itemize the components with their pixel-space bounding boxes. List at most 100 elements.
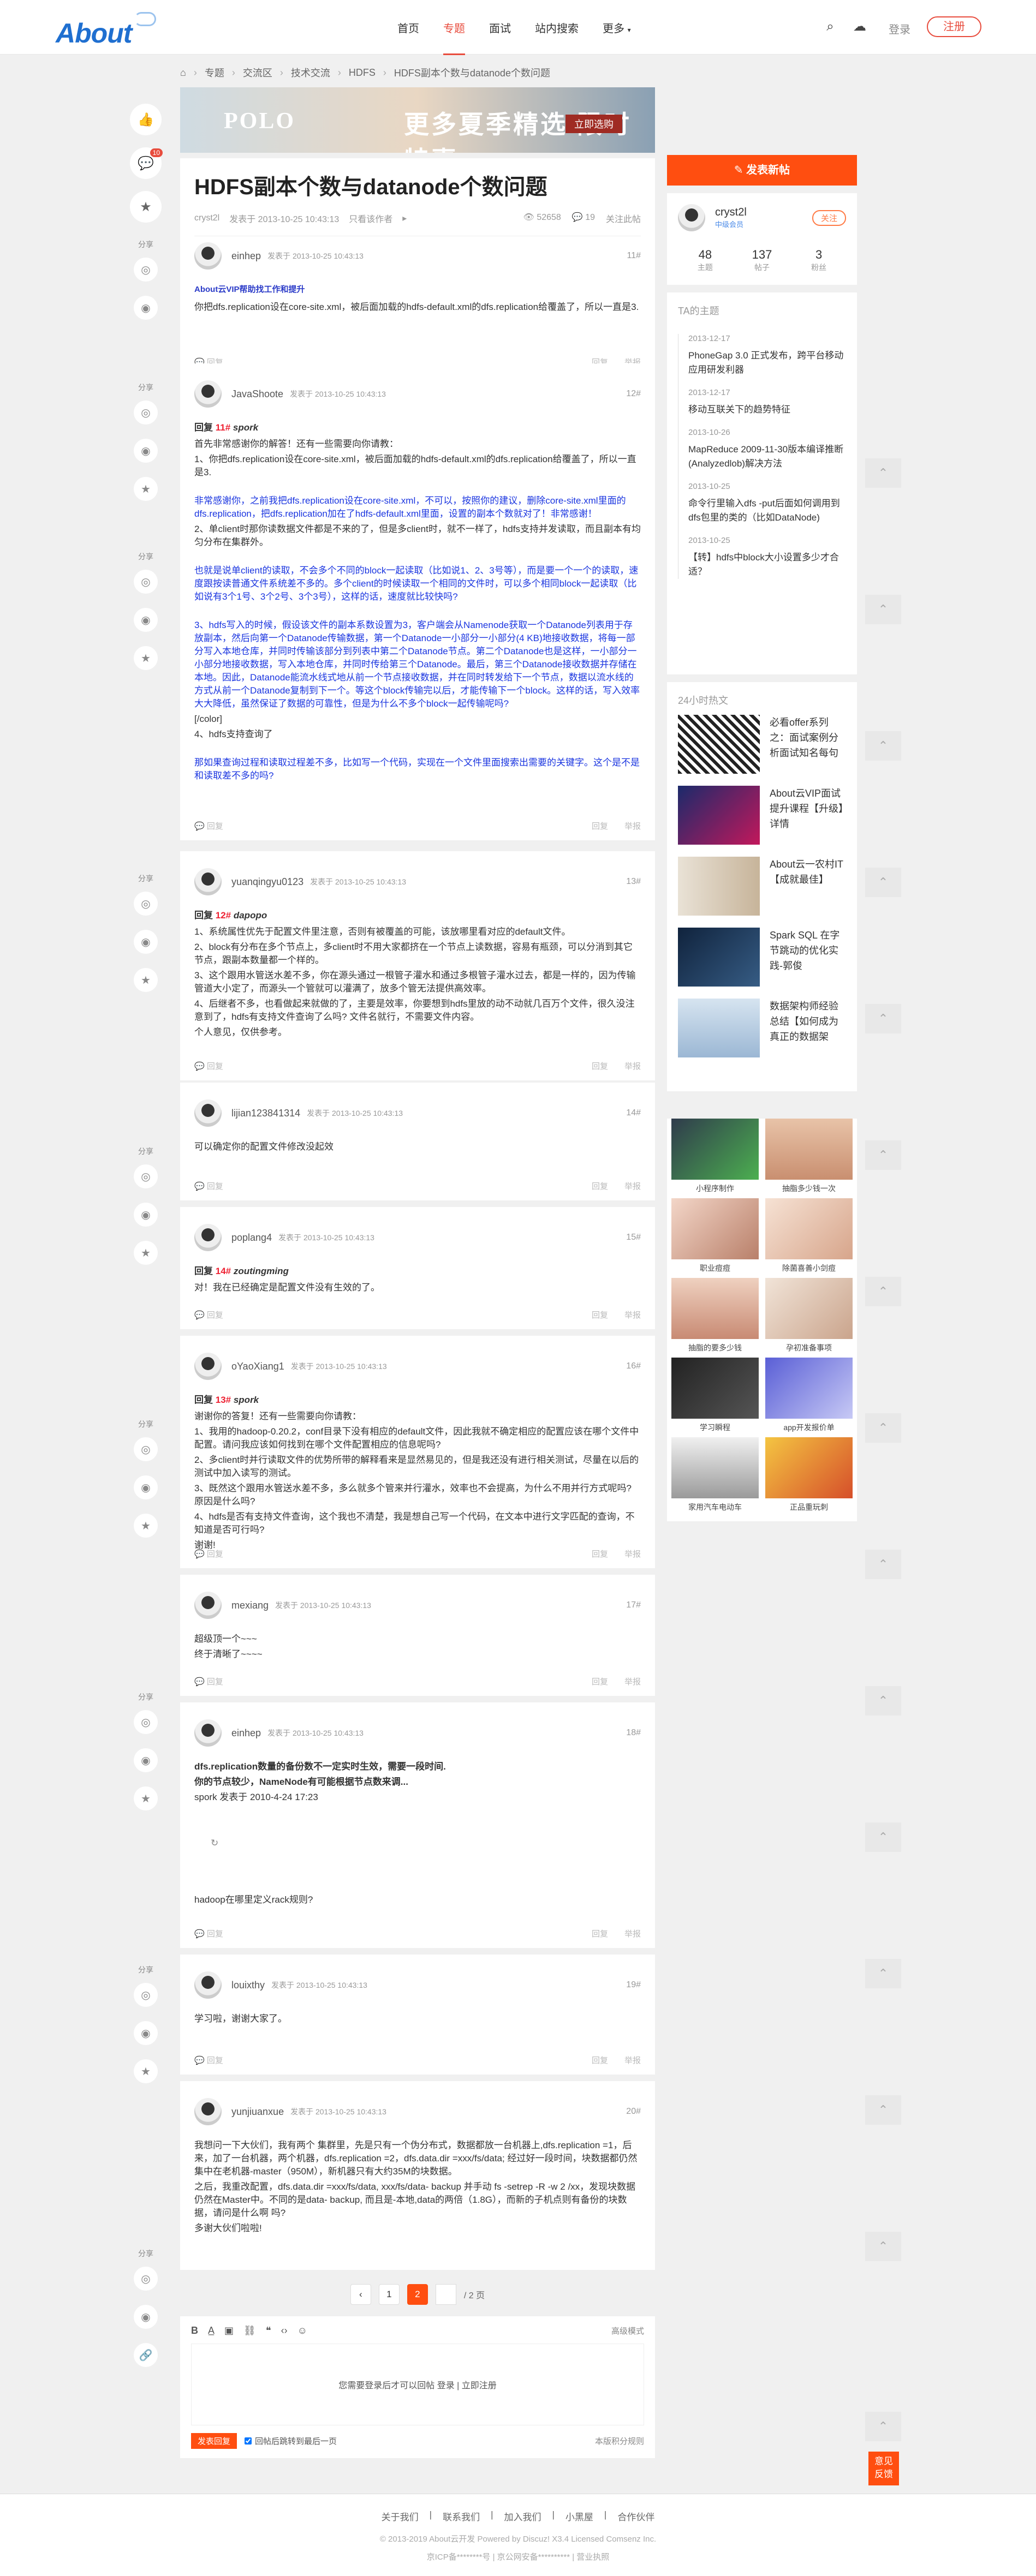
- topic-item[interactable]: 2013-10-25 【转】hdfs中block大小设置多少才合适？: [688, 536, 846, 579]
- quote-reply[interactable]: 💬 回复: [194, 1060, 223, 1072]
- share-wechat-icon[interactable]: ◎: [134, 892, 158, 916]
- quote-reply[interactable]: 💬 回复: [194, 2054, 223, 2066]
- login-link[interactable]: 登录: [889, 21, 910, 37]
- post-user[interactable]: louixthy: [231, 1980, 265, 1991]
- hot-item[interactable]: About云一农村IT【成就最佳】: [678, 857, 846, 916]
- nav-search[interactable]: 站内搜索: [535, 20, 579, 40]
- avatar[interactable]: [194, 1353, 222, 1380]
- share-wechat-icon[interactable]: ◎: [134, 258, 158, 282]
- footer-link[interactable]: 小黑屋: [565, 2509, 593, 2523]
- star-icon[interactable]: ★: [134, 646, 158, 670]
- reply-link[interactable]: 回复: [592, 2054, 608, 2066]
- share-weibo-icon[interactable]: ◉: [134, 608, 158, 632]
- nav-topics[interactable]: 专题: [443, 20, 465, 55]
- reply-link[interactable]: 回复: [592, 1180, 608, 1192]
- share-weibo-icon[interactable]: ◉: [134, 2305, 158, 2329]
- reply-link[interactable]: 回复: [592, 1309, 608, 1320]
- quote-floor[interactable]: 11#: [216, 422, 230, 433]
- breadcrumb-item[interactable]: 技术交流: [291, 65, 330, 80]
- link-icon[interactable]: ⛓: [243, 2325, 256, 2336]
- avatar[interactable]: [194, 1224, 222, 1251]
- link-icon[interactable]: 🔗: [134, 2343, 158, 2367]
- share-weibo-icon[interactable]: ◉: [134, 1475, 158, 1499]
- scroll-up-button[interactable]: ⌃: [865, 595, 901, 624]
- hot-item[interactable]: 数据架构师经验总结【如何成为真正的数据架: [678, 999, 846, 1057]
- post-user[interactable]: JavaShoote: [231, 389, 283, 400]
- ad-banner[interactable]: POLO 更多夏季精选 限时特惠 立即选购: [180, 87, 655, 153]
- share-weibo-icon[interactable]: ◉: [134, 296, 158, 320]
- share-weibo-icon[interactable]: ◉: [134, 2021, 158, 2045]
- favorite-button[interactable]: ★: [130, 191, 162, 223]
- code-icon[interactable]: ‹›: [281, 2325, 288, 2336]
- gallery-item[interactable]: 除菌喜善小剑痘: [765, 1198, 853, 1275]
- topic-item[interactable]: 2013-10-25 命令行里输入dfs -put后面如何调用到dfs包里的类的（…: [688, 482, 846, 525]
- comment-button[interactable]: 💬 10: [130, 147, 163, 179]
- search-icon[interactable]: ⌕: [822, 19, 838, 35]
- view-author-only[interactable]: 只看该作者: [349, 212, 392, 225]
- gallery-item[interactable]: 孕初准备事项: [765, 1278, 853, 1354]
- scroll-up-button[interactable]: ⌃: [865, 1686, 901, 1716]
- topic-item[interactable]: 2013-10-26 MapReduce 2009-11-30版本编译推断(Ana…: [688, 428, 846, 471]
- author-name[interactable]: cryst2l: [715, 206, 747, 219]
- footer-link[interactable]: 关于我们: [382, 2509, 419, 2523]
- quote-user[interactable]: dapopo: [234, 910, 267, 921]
- post-user[interactable]: mexiang: [231, 1600, 269, 1611]
- scroll-up-button[interactable]: ⌃: [865, 1140, 901, 1170]
- quote-reply[interactable]: 💬 回复: [194, 1548, 223, 1559]
- quote-reply[interactable]: 💬 回复: [194, 820, 223, 832]
- avatar[interactable]: [194, 868, 222, 895]
- scroll-up-button[interactable]: ⌃: [865, 2412, 901, 2441]
- post-user[interactable]: einhep: [231, 250, 261, 262]
- report-link[interactable]: 举报: [624, 1676, 641, 1687]
- breadcrumb-item[interactable]: 专题: [205, 65, 224, 80]
- scroll-up-button[interactable]: ⌃: [865, 1822, 901, 1852]
- nav-interview[interactable]: 面试: [489, 20, 511, 40]
- share-weibo-icon[interactable]: ◉: [134, 930, 158, 954]
- post-user[interactable]: lijian123841314: [231, 1108, 300, 1119]
- score-rules-link[interactable]: 本版积分规则: [595, 2435, 644, 2447]
- hot-item[interactable]: 必看offer系列之：面试案例分析面试知名每句: [678, 715, 846, 774]
- color-icon[interactable]: A̲: [208, 2325, 215, 2336]
- reply-link[interactable]: 回复: [592, 1928, 608, 1939]
- scroll-up-button[interactable]: ⌃: [865, 868, 901, 897]
- emoji-icon[interactable]: ☺: [297, 2325, 307, 2336]
- scroll-up-button[interactable]: ⌃: [865, 2232, 901, 2261]
- nav-more[interactable]: 更多 ▾: [603, 20, 631, 40]
- share-wechat-icon[interactable]: ◎: [134, 401, 158, 425]
- breadcrumb-item[interactable]: 交流区: [243, 65, 272, 80]
- post-user[interactable]: oYaoXiang1: [231, 1361, 284, 1372]
- share-weibo-icon[interactable]: ◉: [134, 439, 158, 463]
- quote-floor[interactable]: 13#: [216, 1395, 231, 1405]
- quote-reply[interactable]: 💬 回复: [194, 1309, 223, 1320]
- scroll-up-button[interactable]: ⌃: [865, 731, 901, 761]
- scroll-up-button[interactable]: ⌃: [865, 458, 901, 488]
- post-user[interactable]: yunjiuanxue: [231, 2106, 284, 2118]
- gallery-item[interactable]: 正品重玩刺: [765, 1437, 853, 1514]
- post-floor[interactable]: 11#: [627, 251, 641, 261]
- send-reply-button[interactable]: 发表回复: [191, 2433, 237, 2449]
- vip-link[interactable]: About云VIP帮助找工作和提升: [194, 283, 641, 296]
- site-logo[interactable]: About: [52, 12, 156, 50]
- scroll-up-button[interactable]: ⌃: [865, 1004, 901, 1033]
- gallery-item[interactable]: 抽脂多少钱一次: [765, 1119, 853, 1195]
- upload-icon[interactable]: ☁: [852, 19, 868, 35]
- star-icon[interactable]: ★: [134, 477, 158, 501]
- post-floor[interactable]: 16#: [626, 1361, 641, 1371]
- share-wechat-icon[interactable]: ◎: [134, 1164, 158, 1188]
- gallery-item[interactable]: 抽脂的要多少钱: [671, 1278, 759, 1354]
- advanced-mode[interactable]: 高级模式: [611, 2325, 644, 2336]
- report-link[interactable]: 举报: [624, 820, 641, 832]
- scroll-up-button[interactable]: ⌃: [865, 1277, 901, 1306]
- stat-posts[interactable]: 137 帖子: [752, 248, 772, 273]
- post-floor[interactable]: 14#: [626, 1108, 641, 1118]
- post-floor[interactable]: 15#: [626, 1233, 641, 1242]
- breadcrumb-item[interactable]: HDFS: [349, 67, 376, 79]
- share-wechat-icon[interactable]: ◎: [134, 1983, 158, 2007]
- report-link[interactable]: 举报: [624, 1060, 641, 1072]
- star-icon[interactable]: ★: [134, 2059, 158, 2083]
- topic-item[interactable]: 2013-12-17 PhoneGap 3.0 正式发布，跨平台移动应用研发利器: [688, 334, 846, 377]
- share-wechat-icon[interactable]: ◎: [134, 2267, 158, 2291]
- page-current[interactable]: 2: [407, 2284, 428, 2305]
- avatar[interactable]: [194, 1971, 222, 1999]
- gallery-item[interactable]: app开发报价单: [765, 1358, 853, 1434]
